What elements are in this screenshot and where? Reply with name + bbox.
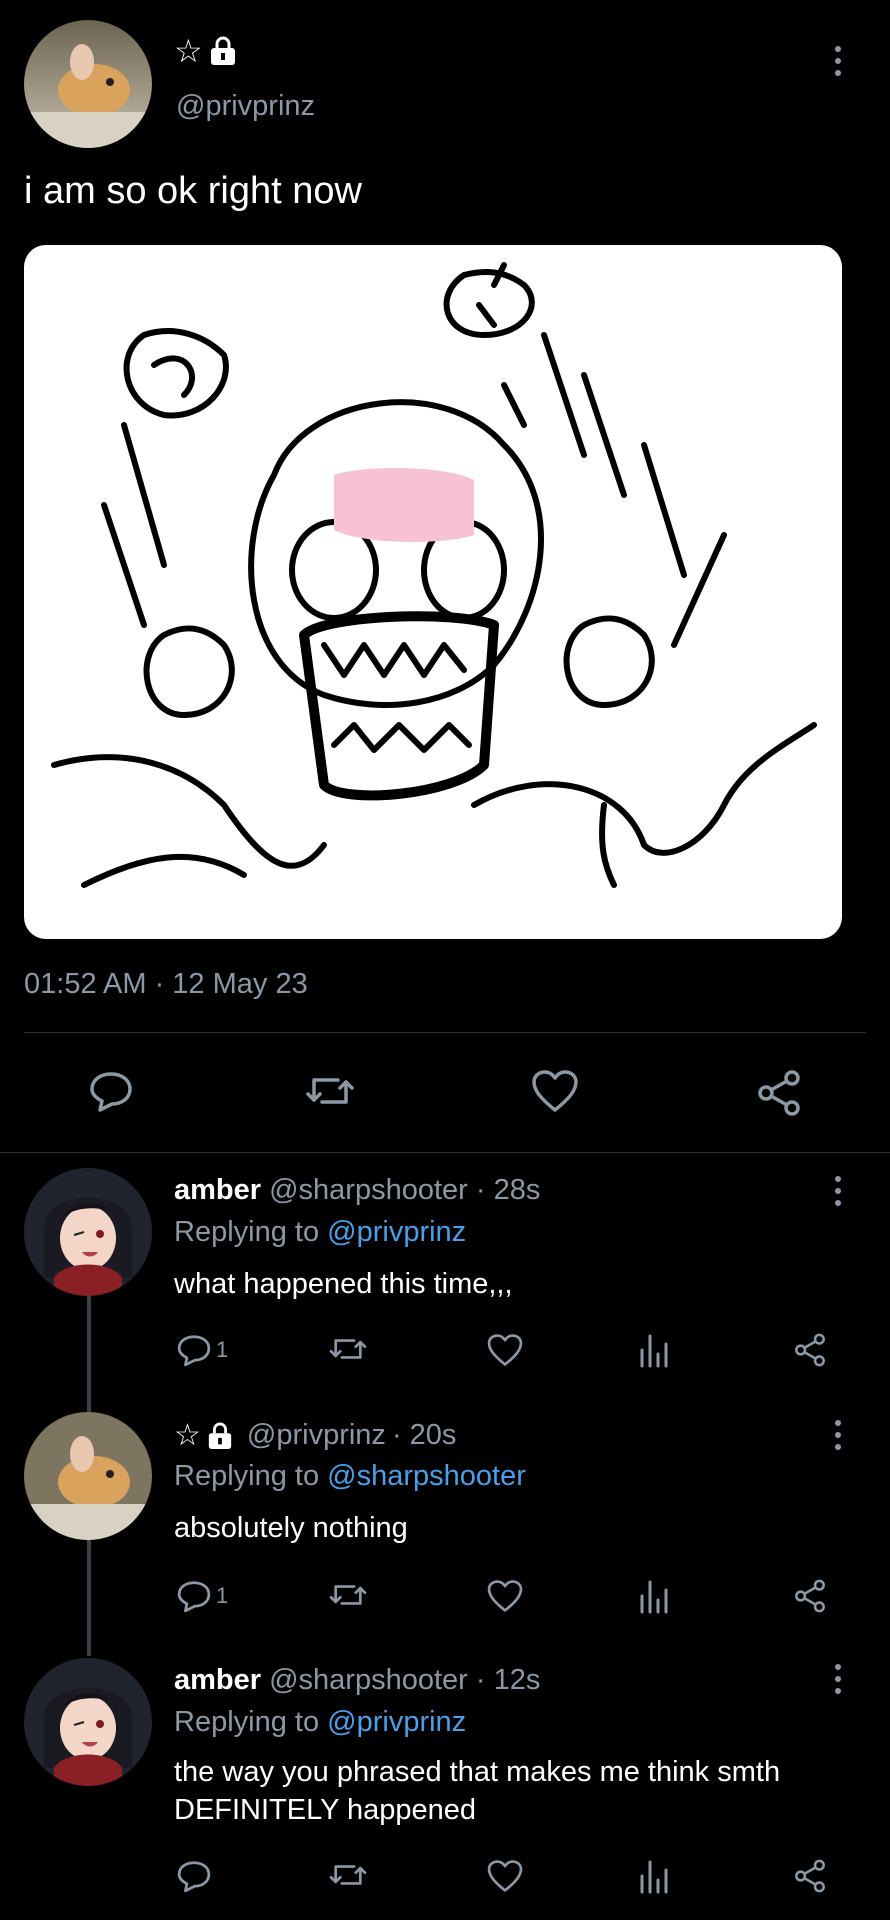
replying-to: Replying to @privprinz <box>174 1706 466 1739</box>
more-options-icon[interactable] <box>832 1420 844 1450</box>
star-icon: ☆ <box>174 33 203 69</box>
reply-author-handle[interactable]: @sharpshooter <box>269 1664 468 1696</box>
like-icon[interactable] <box>486 1332 524 1368</box>
reply-header: ☆ @privprinz · 20s <box>174 1418 456 1453</box>
more-options-icon[interactable] <box>832 46 844 76</box>
replying-to-label: Replying to <box>174 1460 320 1492</box>
reply-author-name[interactable]: amber <box>174 1664 261 1696</box>
retweet-icon[interactable] <box>304 1070 356 1112</box>
anime-girl-avatar <box>24 1658 152 1786</box>
author-badges: ☆ <box>174 33 237 69</box>
star-icon: ☆ <box>174 1419 201 1452</box>
like-icon[interactable] <box>486 1578 524 1614</box>
analytics-icon[interactable] <box>638 1332 672 1368</box>
share-icon[interactable] <box>792 1858 828 1894</box>
thread-line <box>87 1536 91 1656</box>
reply-author-handle[interactable]: @privprinz <box>247 1419 386 1452</box>
replying-to: Replying to @privprinz <box>174 1216 466 1249</box>
divider <box>0 1152 890 1153</box>
scribble-face-drawing <box>51 262 817 888</box>
reply-text-line: the way you phrased that makes me think … <box>174 1756 781 1788</box>
like-icon[interactable] <box>486 1858 524 1894</box>
reply-actions: 1 <box>176 1332 836 1372</box>
replying-to-label: Replying to <box>174 1706 320 1738</box>
retweet-icon[interactable] <box>328 1332 368 1366</box>
reply-count: 1 <box>216 1583 229 1608</box>
reply-header: amber @sharpshooter · 28s <box>174 1174 540 1207</box>
replying-to-label: Replying to <box>174 1216 320 1248</box>
replying-to-link[interactable]: @privprinz <box>327 1706 466 1738</box>
retweet-icon[interactable] <box>328 1578 368 1612</box>
reply-text-line: DEFINITELY happened <box>174 1794 476 1826</box>
more-options-icon[interactable] <box>832 1664 844 1694</box>
lock-icon <box>207 1422 233 1450</box>
anime-girl-avatar <box>24 1168 152 1296</box>
retweet-icon[interactable] <box>328 1858 368 1892</box>
reply-avatar[interactable] <box>24 1658 152 1786</box>
replying-to-link[interactable]: @privprinz <box>327 1216 466 1248</box>
replying-to-link[interactable]: @sharpshooter <box>327 1460 526 1492</box>
reply-icon <box>177 1581 211 1613</box>
tweet-timestamp: 01:52 AM · 12 May 23 <box>24 968 308 1000</box>
thread-line <box>87 1290 91 1412</box>
author-avatar[interactable] <box>24 20 152 148</box>
hamster-avatar <box>24 1412 152 1540</box>
reply-author-handle[interactable]: @sharpshooter <box>269 1174 468 1206</box>
analytics-icon[interactable] <box>638 1578 672 1614</box>
tweet-text: i am so ok right now <box>24 170 362 212</box>
reply-icon[interactable] <box>88 1068 134 1114</box>
reply-button[interactable]: 1 <box>176 1578 228 1614</box>
author-handle[interactable]: @privprinz <box>176 90 315 123</box>
tweet-image[interactable] <box>24 245 842 939</box>
reply-avatar[interactable] <box>24 1168 152 1296</box>
reply-button[interactable] <box>176 1858 216 1894</box>
reply-age: · 28s <box>475 1174 541 1206</box>
share-icon[interactable] <box>754 1068 804 1118</box>
reply-button[interactable]: 1 <box>176 1332 228 1368</box>
share-icon[interactable] <box>792 1332 828 1368</box>
share-icon[interactable] <box>792 1578 828 1614</box>
reply-icon <box>177 1335 211 1367</box>
reply-count: 1 <box>216 1337 229 1362</box>
reply-header: amber @sharpshooter · 12s <box>174 1664 540 1697</box>
analytics-icon[interactable] <box>638 1858 672 1894</box>
reply-age: · 20s <box>391 1419 457 1451</box>
reply-age: · 12s <box>475 1664 541 1696</box>
reply-avatar[interactable] <box>24 1412 152 1540</box>
replying-to: Replying to @sharpshooter <box>174 1460 526 1493</box>
lock-icon <box>209 36 237 66</box>
reply-author-name[interactable]: amber <box>174 1174 261 1206</box>
reply-actions <box>176 1858 836 1898</box>
reply-text: absolutely nothing <box>174 1512 408 1544</box>
reply-icon <box>177 1861 211 1893</box>
divider <box>24 1032 866 1033</box>
reply-actions: 1 <box>176 1578 836 1618</box>
more-options-icon[interactable] <box>832 1176 844 1206</box>
like-icon[interactable] <box>530 1068 580 1114</box>
reply-text: what happened this time,,, <box>174 1268 513 1300</box>
